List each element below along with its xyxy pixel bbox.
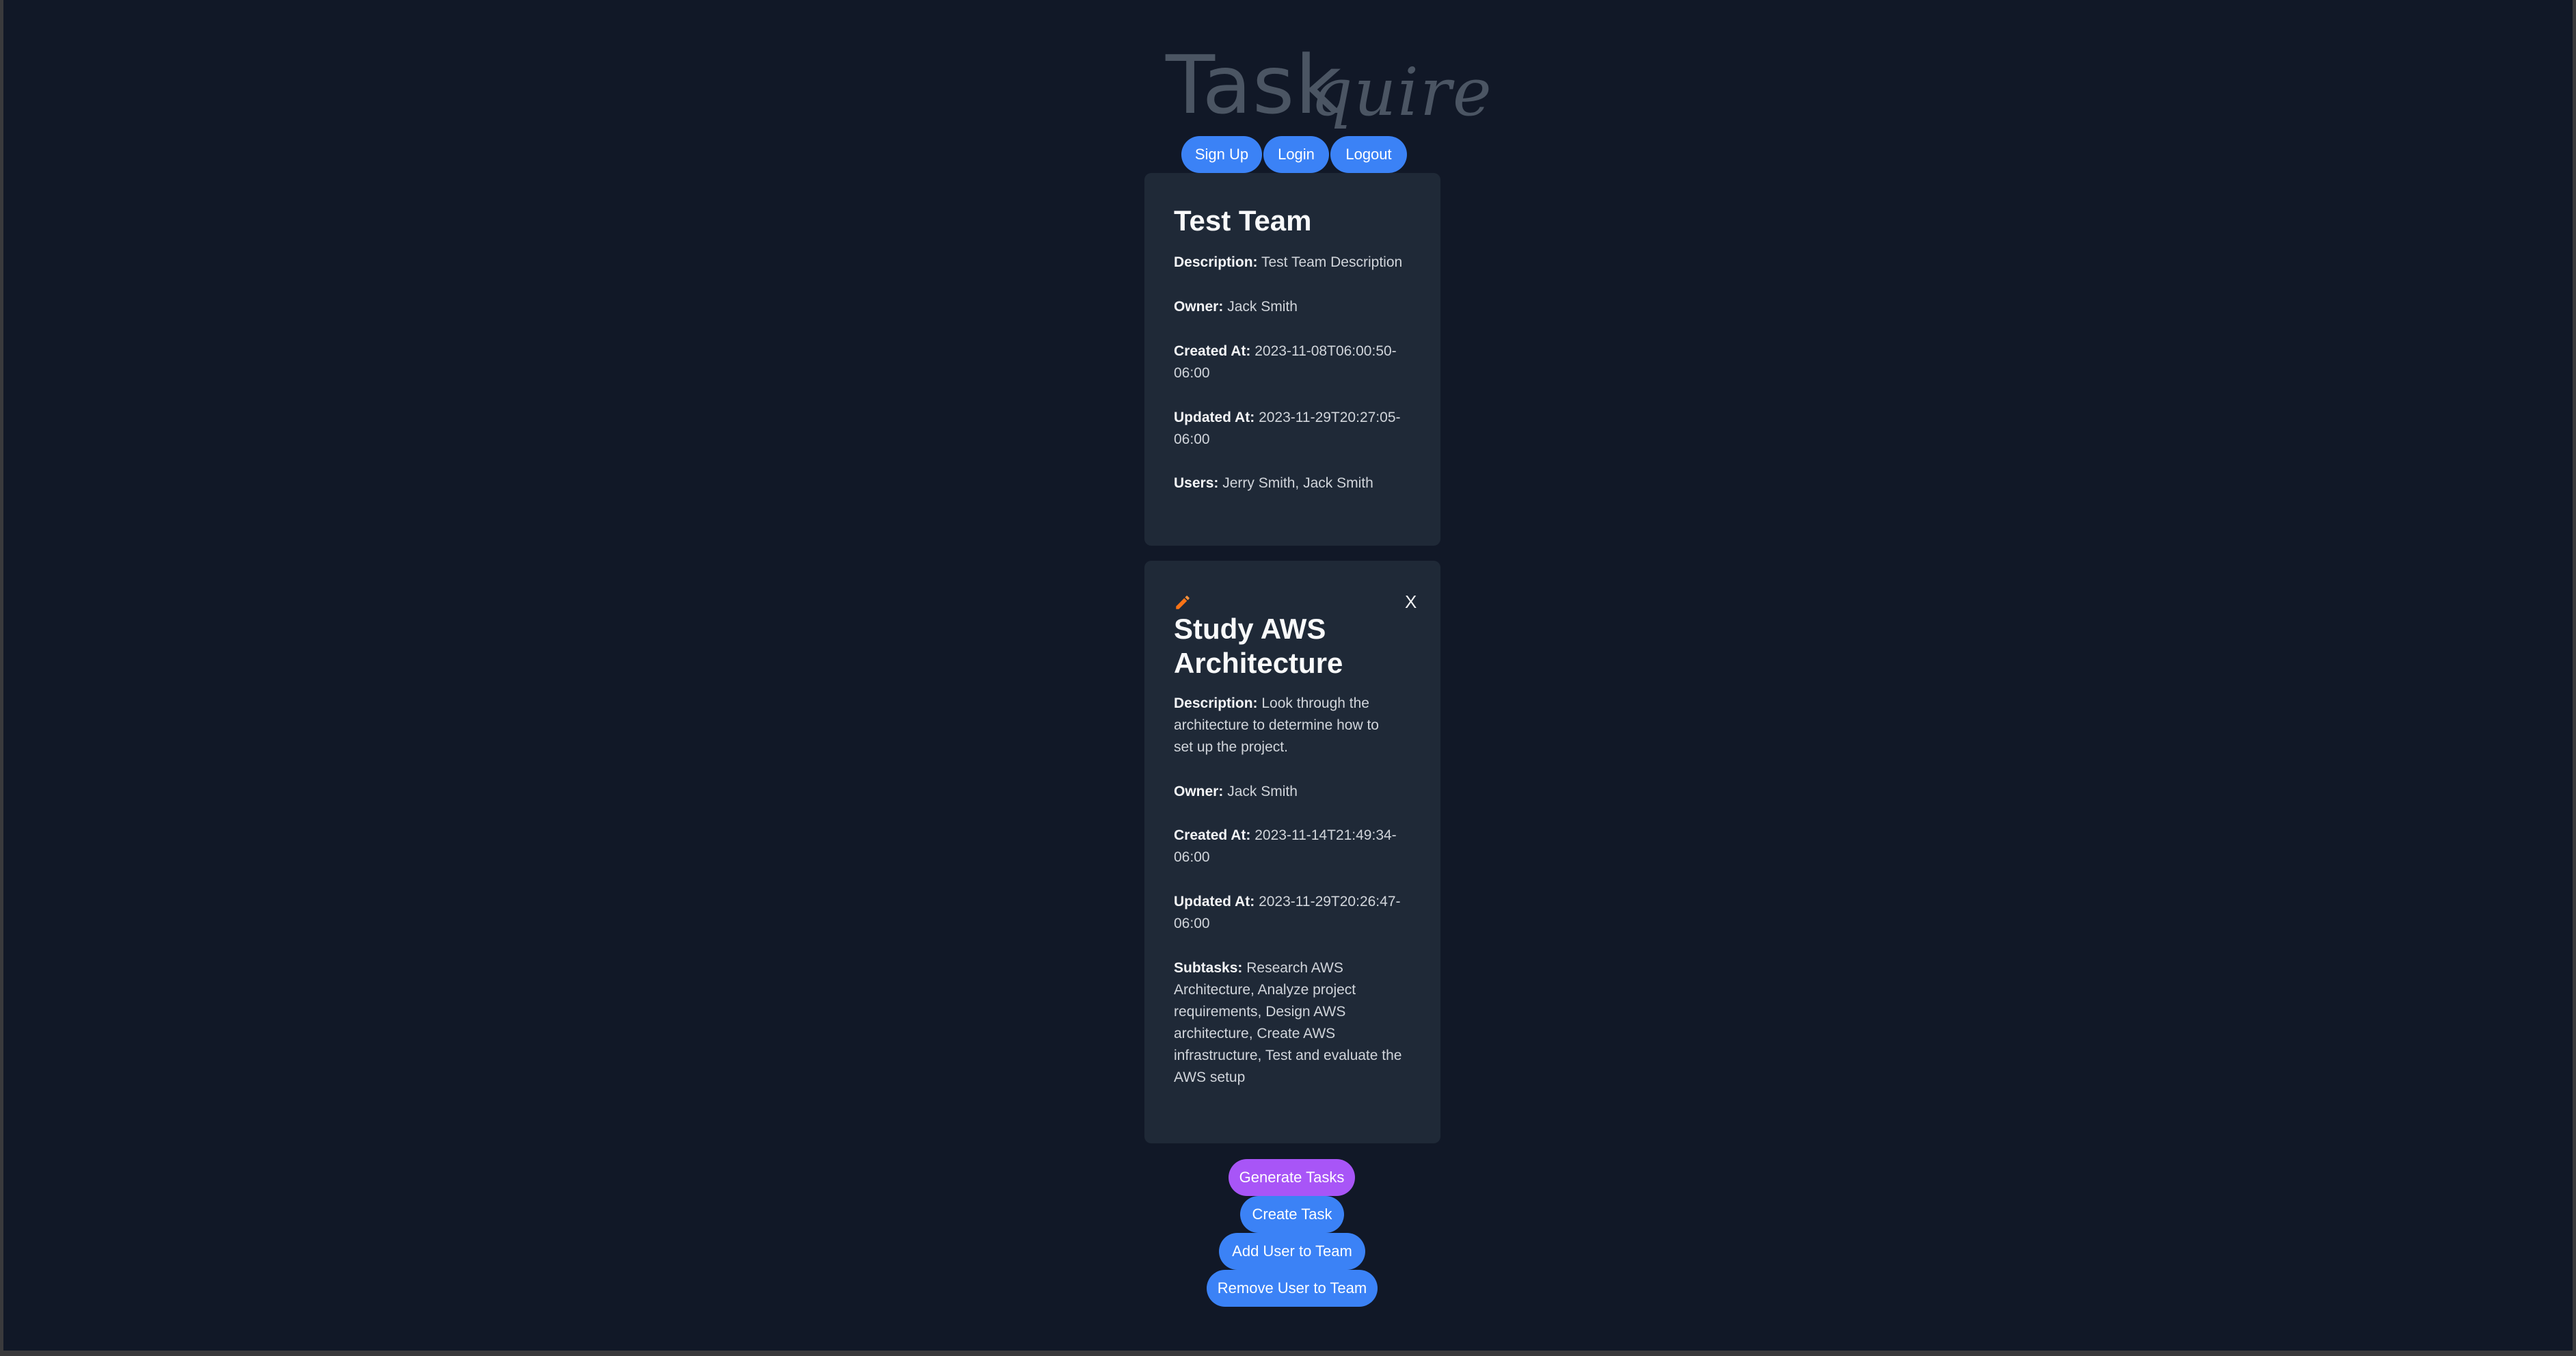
team-created-at: Created At: 2023-11-08T06:00:50- 06:00	[1174, 341, 1397, 384]
task-owner-label: Owner:	[1174, 784, 1224, 799]
app-root: Task quire Sign Up Login Logout Test Tea…	[3, 0, 2573, 1351]
task-subtasks-value-1: Research AWS	[1246, 960, 1343, 976]
create-task-button[interactable]: Create Task	[1240, 1196, 1344, 1233]
team-updated-value-1: 2023-11-29T20:27:05-	[1259, 410, 1401, 425]
task-owner-value: Jack Smith	[1227, 784, 1298, 799]
task-subtasks-value-2: Architecture, Analyze project	[1174, 982, 1356, 998]
team-card: Test Team Description: Test Team Descrip…	[1144, 173, 1440, 546]
team-updated-label: Updated At:	[1174, 410, 1255, 425]
team-description-value: Test Team Description	[1261, 254, 1403, 270]
team-users: Users: Jerry Smith, Jack Smith	[1174, 473, 1373, 494]
add-user-to-team-button[interactable]: Add User to Team	[1219, 1233, 1365, 1270]
team-owner: Owner: Jack Smith	[1174, 296, 1298, 318]
task-subtasks-value-6: AWS setup	[1174, 1069, 1246, 1085]
login-button[interactable]: Login	[1263, 136, 1329, 173]
team-description: Description: Test Team Description	[1174, 252, 1402, 274]
remove-user-to-team-button[interactable]: Remove User to Team	[1207, 1270, 1378, 1307]
logout-button[interactable]: Logout	[1330, 136, 1407, 173]
task-created-at: Created At: 2023-11-14T21:49:34- 06:00	[1174, 825, 1397, 868]
task-description-value-1: Look through the	[1261, 695, 1369, 711]
task-owner: Owner: Jack Smith	[1174, 781, 1298, 803]
team-created-value-2: 06:00	[1174, 365, 1210, 381]
task-description: Description: Look through the architectu…	[1174, 693, 1379, 758]
edit-pencil-icon[interactable]	[1174, 594, 1192, 611]
task-created-label: Created At:	[1174, 827, 1251, 843]
team-owner-value: Jack Smith	[1227, 299, 1298, 315]
task-subtasks-label: Subtasks:	[1174, 960, 1243, 976]
team-created-value-1: 2023-11-08T06:00:50-	[1255, 343, 1397, 359]
close-task-button[interactable]: X	[1405, 591, 1417, 612]
task-updated-value-1: 2023-11-29T20:26:47-	[1259, 894, 1401, 909]
logo-text-quire: quire	[1311, 54, 1493, 131]
task-description-value-2: architecture to determine how to	[1174, 717, 1379, 733]
app-logo: Task quire	[1159, 38, 1492, 140]
team-title: Test Team	[1174, 204, 1312, 237]
generate-tasks-button[interactable]: Generate Tasks	[1229, 1159, 1355, 1196]
task-created-value-2: 06:00	[1174, 849, 1210, 865]
task-card: X Study AWS Architecture Description: Lo…	[1144, 561, 1440, 1143]
team-users-label: Users:	[1174, 475, 1219, 491]
task-description-value-3: set up the project.	[1174, 739, 1288, 755]
sign-up-button[interactable]: Sign Up	[1181, 136, 1262, 173]
task-updated-at: Updated At: 2023-11-29T20:26:47- 06:00	[1174, 891, 1401, 935]
task-title-line-2: Architecture	[1174, 647, 1343, 679]
task-subtasks-value-4: architecture, Create AWS	[1174, 1026, 1336, 1041]
task-updated-label: Updated At:	[1174, 894, 1255, 909]
team-updated-value-2: 06:00	[1174, 431, 1210, 447]
team-created-label: Created At:	[1174, 343, 1251, 359]
task-description-label: Description:	[1174, 695, 1258, 711]
team-description-label: Description:	[1174, 254, 1258, 270]
task-updated-value-2: 06:00	[1174, 916, 1210, 931]
task-subtasks-value-5: infrastructure, Test and evaluate the	[1174, 1048, 1402, 1063]
task-subtasks: Subtasks: Research AWS Architecture, Ana…	[1174, 957, 1401, 1089]
team-updated-at: Updated At: 2023-11-29T20:27:05- 06:00	[1174, 407, 1401, 451]
task-subtasks-value-3: requirements, Design AWS	[1174, 1004, 1346, 1020]
team-owner-label: Owner:	[1174, 299, 1224, 315]
team-users-value: Jerry Smith, Jack Smith	[1222, 475, 1373, 491]
auth-nav: Sign Up Login Logout	[3, 136, 2573, 173]
task-created-value-1: 2023-11-14T21:49:34-	[1255, 827, 1397, 843]
task-title: Study AWS Architecture	[1174, 612, 1343, 680]
task-title-line-1: Study AWS	[1174, 613, 1326, 645]
